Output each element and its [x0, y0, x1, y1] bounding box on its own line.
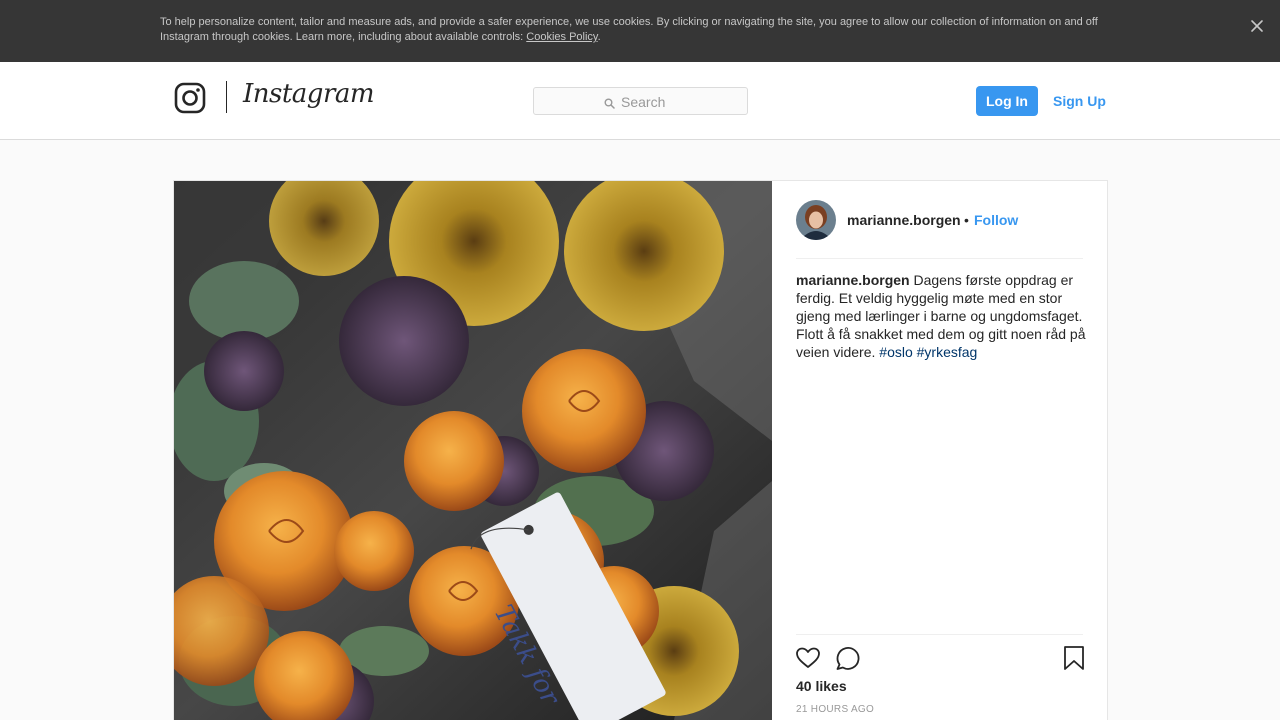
search-icon: [604, 96, 615, 109]
like-count[interactable]: 40 likes: [796, 678, 847, 694]
follow-button[interactable]: Follow: [974, 212, 1018, 228]
comment-icon[interactable]: [835, 645, 861, 671]
bookmark-icon[interactable]: [1061, 645, 1087, 671]
cookies-policy-link[interactable]: Cookies Policy: [526, 31, 597, 43]
hashtag-link[interactable]: #oslo: [879, 344, 912, 360]
instagram-wordmark[interactable]: Instagram: [243, 79, 375, 109]
cookie-notice-text: To help personalize content, tailor and …: [160, 15, 1110, 45]
heart-icon[interactable]: [795, 645, 821, 671]
caption-author[interactable]: marianne.borgen: [796, 272, 910, 288]
cookie-banner: To help personalize content, tailor and …: [0, 0, 1280, 62]
divider: [796, 634, 1083, 635]
divider: [796, 258, 1083, 259]
instagram-camera-icon[interactable]: [174, 82, 206, 114]
post-caption: marianne.borgen Dagens første oppdrag er…: [796, 271, 1086, 361]
post-author-name[interactable]: marianne.borgen: [847, 212, 961, 228]
cookie-notice-body: To help personalize content, tailor and …: [160, 16, 1098, 43]
login-button[interactable]: Log In: [976, 86, 1038, 116]
close-icon[interactable]: [1247, 16, 1267, 36]
dot-separator: •: [964, 212, 969, 228]
post-sidebar: [772, 181, 1107, 720]
avatar[interactable]: [796, 200, 836, 240]
post-timestamp: 21 HOURS AGO: [796, 704, 875, 715]
search-placeholder: Search: [621, 94, 666, 110]
post-image[interactable]: Takk for: [174, 181, 772, 720]
hashtag-link[interactable]: #yrkesfag: [917, 344, 978, 360]
cookie-notice-suffix: .: [597, 31, 601, 43]
top-nav: Instagram Search Log In Sign Up: [0, 62, 1280, 140]
signup-link[interactable]: Sign Up: [1053, 93, 1106, 109]
search-input[interactable]: Search: [533, 87, 748, 115]
logo-divider: [226, 81, 227, 113]
